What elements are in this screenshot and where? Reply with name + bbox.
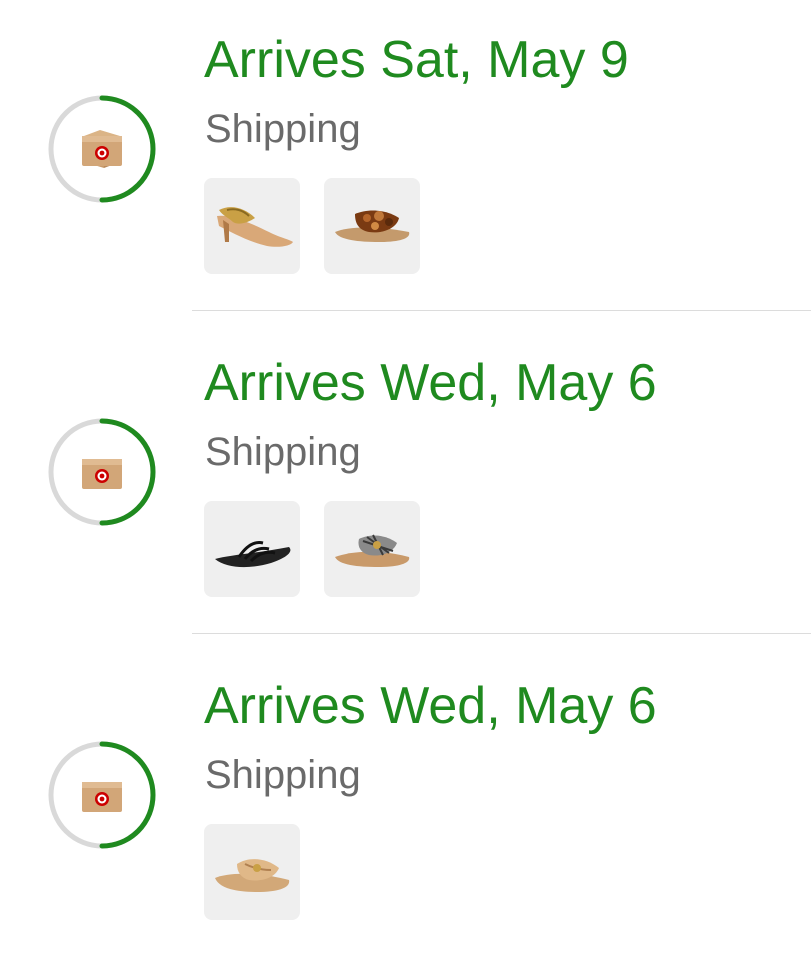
- package-box-icon: [48, 418, 156, 526]
- woven-slide-sandal-icon: [335, 534, 410, 567]
- gold-flip-flop-heel-icon: [217, 207, 293, 247]
- arrival-date: Arrives Sat, May 9: [204, 31, 629, 89]
- tan-knot-slide-sandal-icon: [215, 859, 290, 892]
- arrival-date: Arrives Wed, May 6: [204, 354, 657, 412]
- item-thumbnails: [204, 824, 300, 920]
- package-box-icon: [48, 741, 156, 849]
- shipping-progress-ring: [47, 740, 157, 850]
- divider: [192, 633, 811, 634]
- item-thumbnail[interactable]: [324, 501, 420, 597]
- item-thumbnail[interactable]: [204, 824, 300, 920]
- shipping-status: Shipping: [205, 430, 361, 474]
- divider: [192, 310, 811, 311]
- item-thumbnails: [204, 178, 420, 274]
- shipping-progress-ring: [47, 417, 157, 527]
- shipping-status: Shipping: [205, 107, 361, 151]
- order-card[interactable]: Arrives Sat, May 9 Shipping: [0, 0, 811, 323]
- shipping-progress-ring: [47, 94, 157, 204]
- item-thumbnail[interactable]: [204, 501, 300, 597]
- shipping-status: Shipping: [205, 753, 361, 797]
- package-box-icon: [48, 95, 156, 203]
- item-thumbnail[interactable]: [204, 178, 300, 274]
- order-card[interactable]: Arrives Wed, May 6 Shipping: [0, 323, 811, 646]
- item-thumbnail[interactable]: [324, 178, 420, 274]
- order-card[interactable]: Arrives Wed, May 6 Shipping: [0, 646, 811, 969]
- black-strappy-sandal-icon: [215, 541, 291, 568]
- tortoise-slide-sandal-icon: [335, 210, 410, 242]
- arrival-date: Arrives Wed, May 6: [204, 677, 657, 735]
- item-thumbnails: [204, 501, 420, 597]
